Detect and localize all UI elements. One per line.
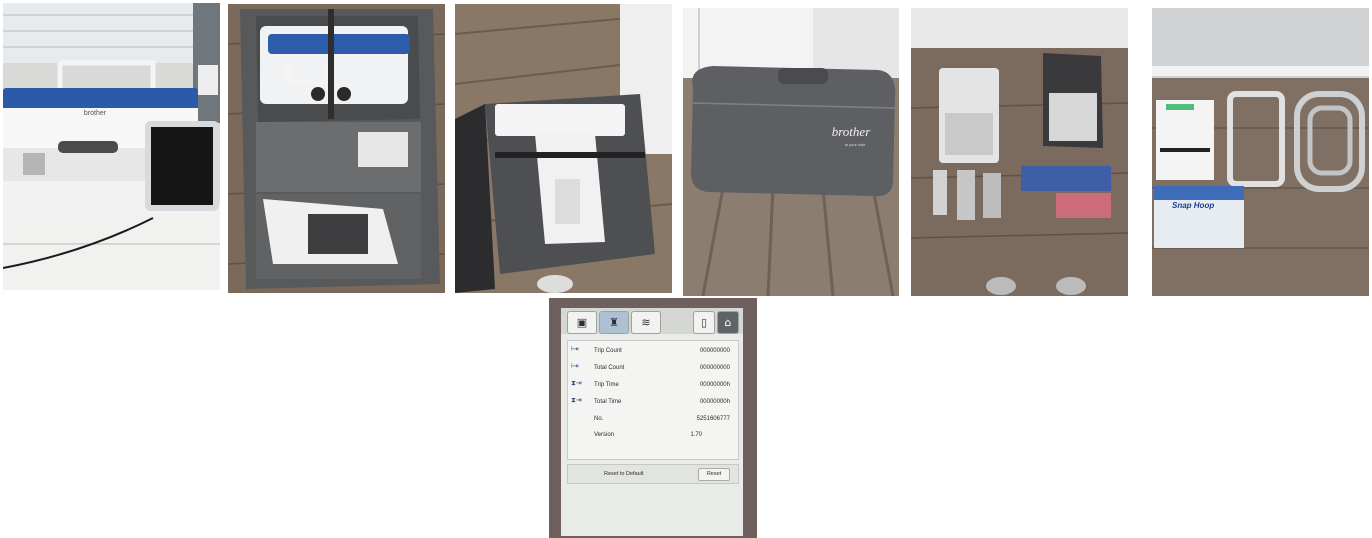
counter-list: ⟊⇥ Trip Count 000000000 ⟊⇥ Total Count 0… bbox=[567, 340, 739, 460]
machine-icon[interactable]: ▣ bbox=[567, 311, 597, 334]
photo-accessories-layout bbox=[911, 8, 1128, 296]
needle-count-icon: ⟊⇥ bbox=[571, 345, 579, 353]
reset-to-default-label: Reset to Default bbox=[604, 471, 644, 477]
list-item: ⧗⇥ Trip Time 00000000h bbox=[568, 377, 738, 393]
list-item: ⧗⇥ Total Time 00000000h bbox=[568, 394, 738, 410]
snap-hoop-box-title: Snap Hoop bbox=[1172, 201, 1214, 210]
wifi-icon[interactable]: ≋ bbox=[631, 311, 661, 334]
photo-lcd-screen: ▣ ♜ ≋ ▯ ⌂ ⟊⇥ Trip Count 000000000 ⟊⇥ Tot… bbox=[549, 298, 757, 538]
reset-button[interactable]: Reset bbox=[698, 468, 730, 481]
embroidery-frame-icon[interactable]: ▯ bbox=[693, 311, 715, 334]
list-item: ⟊⇥ Total Count 000000000 bbox=[568, 360, 738, 376]
photo-embroidery-unit-case bbox=[455, 4, 672, 293]
machine-brand-label: brother bbox=[84, 110, 107, 117]
list-item: No. 5251606777 bbox=[594, 416, 730, 422]
hourglass-icon: ⧗⇥ bbox=[571, 379, 582, 387]
photo-hoops-and-box: Snap Hoop bbox=[1152, 8, 1369, 296]
lcd-tab-bar: ▣ ♜ ≋ ▯ ⌂ bbox=[561, 308, 743, 334]
photo-machine-on-cabinet: brother bbox=[3, 3, 220, 290]
list-item: Version 1.70 bbox=[594, 432, 702, 438]
photo-open-carry-bag bbox=[228, 4, 445, 293]
home-icon[interactable]: ⌂ bbox=[717, 311, 739, 334]
needle-count-icon: ⟊⇥ bbox=[571, 362, 579, 370]
photo-closed-carry-case: brother at your side bbox=[683, 8, 899, 296]
hourglass-icon: ⧗⇥ bbox=[571, 396, 582, 404]
reset-row: Reset to Default Reset bbox=[567, 464, 739, 484]
lcd-screen: ▣ ♜ ≋ ▯ ⌂ ⟊⇥ Trip Count 000000000 ⟊⇥ Tot… bbox=[561, 308, 743, 536]
list-item: ⟊⇥ Trip Count 000000000 bbox=[568, 343, 738, 359]
case-tagline: at your side bbox=[845, 142, 866, 147]
machine-photo-art: brother bbox=[3, 3, 220, 290]
sewing-settings-icon[interactable]: ♜ bbox=[599, 311, 629, 334]
case-brand-logo: brother bbox=[832, 124, 871, 139]
